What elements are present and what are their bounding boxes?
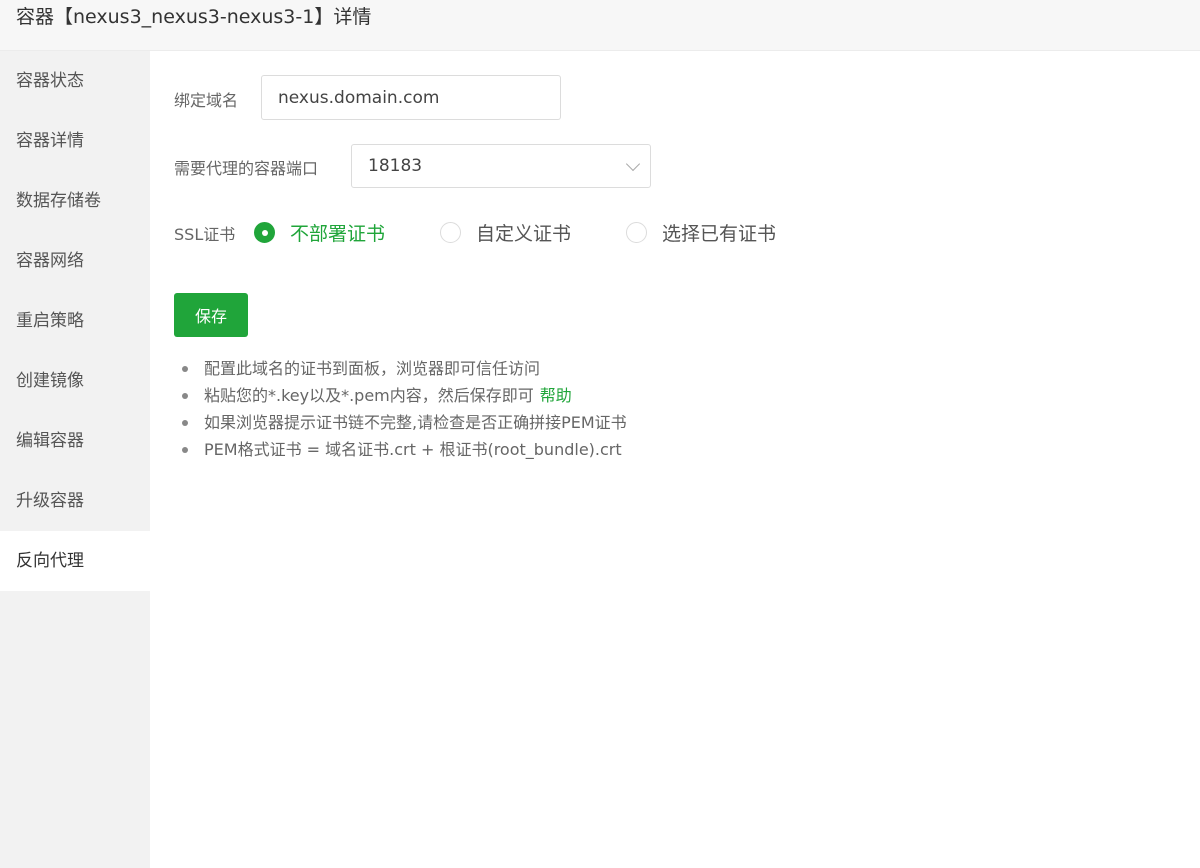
ssl-option-label: 自定义证书 <box>476 223 572 245</box>
sidebar: 容器状态 容器详情 数据存储卷 容器网络 重启策略 创建镜像 编辑容器 升级容器… <box>0 51 150 868</box>
page-title: 容器【nexus3_nexus3-nexus3-1】详情 <box>16 6 372 28</box>
sidebar-item-reverse-proxy[interactable]: 反向代理 <box>0 531 150 591</box>
list-item: 如果浏览器提示证书链不完整,请检查是否正确拼接PEM证书 <box>180 409 627 436</box>
tips-list: 配置此域名的证书到面板，浏览器即可信任访问 粘贴您的*.key以及*.pem内容… <box>180 355 627 463</box>
sidebar-item-create-image[interactable]: 创建镜像 <box>0 351 150 411</box>
domain-input[interactable]: nexus.domain.com <box>261 75 561 120</box>
tip-text: PEM格式证书 = 域名证书.crt + 根证书(root_bundle).cr… <box>204 440 622 459</box>
ssl-option-no-cert[interactable]: 不部署证书 <box>254 219 385 246</box>
ssl-label: SSL证书 <box>174 225 236 244</box>
help-link[interactable]: 帮助 <box>540 386 572 405</box>
radio-checked-icon <box>254 222 275 243</box>
domain-input-value: nexus.domain.com <box>278 87 440 108</box>
ssl-option-label: 不部署证书 <box>290 223 386 245</box>
tip-text: 配置此域名的证书到面板，浏览器即可信任访问 <box>204 359 541 378</box>
sidebar-item-network[interactable]: 容器网络 <box>0 231 150 291</box>
sidebar-item-edit-container[interactable]: 编辑容器 <box>0 411 150 471</box>
sidebar-item-upgrade-container[interactable]: 升级容器 <box>0 471 150 531</box>
ssl-option-label: 选择已有证书 <box>662 223 777 245</box>
port-label: 需要代理的容器端口 <box>174 159 319 178</box>
sidebar-item-container-status[interactable]: 容器状态 <box>0 51 150 111</box>
sidebar-item-container-details[interactable]: 容器详情 <box>0 111 150 171</box>
sidebar-item-restart-policy[interactable]: 重启策略 <box>0 291 150 351</box>
chevron-down-icon <box>625 156 641 172</box>
header: 容器【nexus3_nexus3-nexus3-1】详情 <box>0 0 1200 51</box>
radio-unchecked-icon <box>626 222 647 243</box>
main-content: 绑定域名 nexus.domain.com 需要代理的容器端口 18183 SS… <box>150 51 1200 868</box>
ssl-option-custom-cert[interactable]: 自定义证书 <box>440 219 571 246</box>
list-item: 配置此域名的证书到面板，浏览器即可信任访问 <box>180 355 627 382</box>
tip-text: 如果浏览器提示证书链不完整,请检查是否正确拼接PEM证书 <box>204 413 627 432</box>
radio-unchecked-icon <box>440 222 461 243</box>
sidebar-item-volumes[interactable]: 数据存储卷 <box>0 171 150 231</box>
list-item: 粘贴您的*.key以及*.pem内容，然后保存即可 帮助 <box>180 382 627 409</box>
ssl-option-existing-cert[interactable]: 选择已有证书 <box>626 219 776 246</box>
tip-text: 粘贴您的*.key以及*.pem内容，然后保存即可 <box>204 386 534 405</box>
port-select-value: 18183 <box>368 156 423 176</box>
list-item: PEM格式证书 = 域名证书.crt + 根证书(root_bundle).cr… <box>180 436 627 463</box>
save-button[interactable]: 保存 <box>174 293 248 337</box>
port-select[interactable]: 18183 <box>351 144 651 188</box>
domain-label: 绑定域名 <box>174 91 239 110</box>
